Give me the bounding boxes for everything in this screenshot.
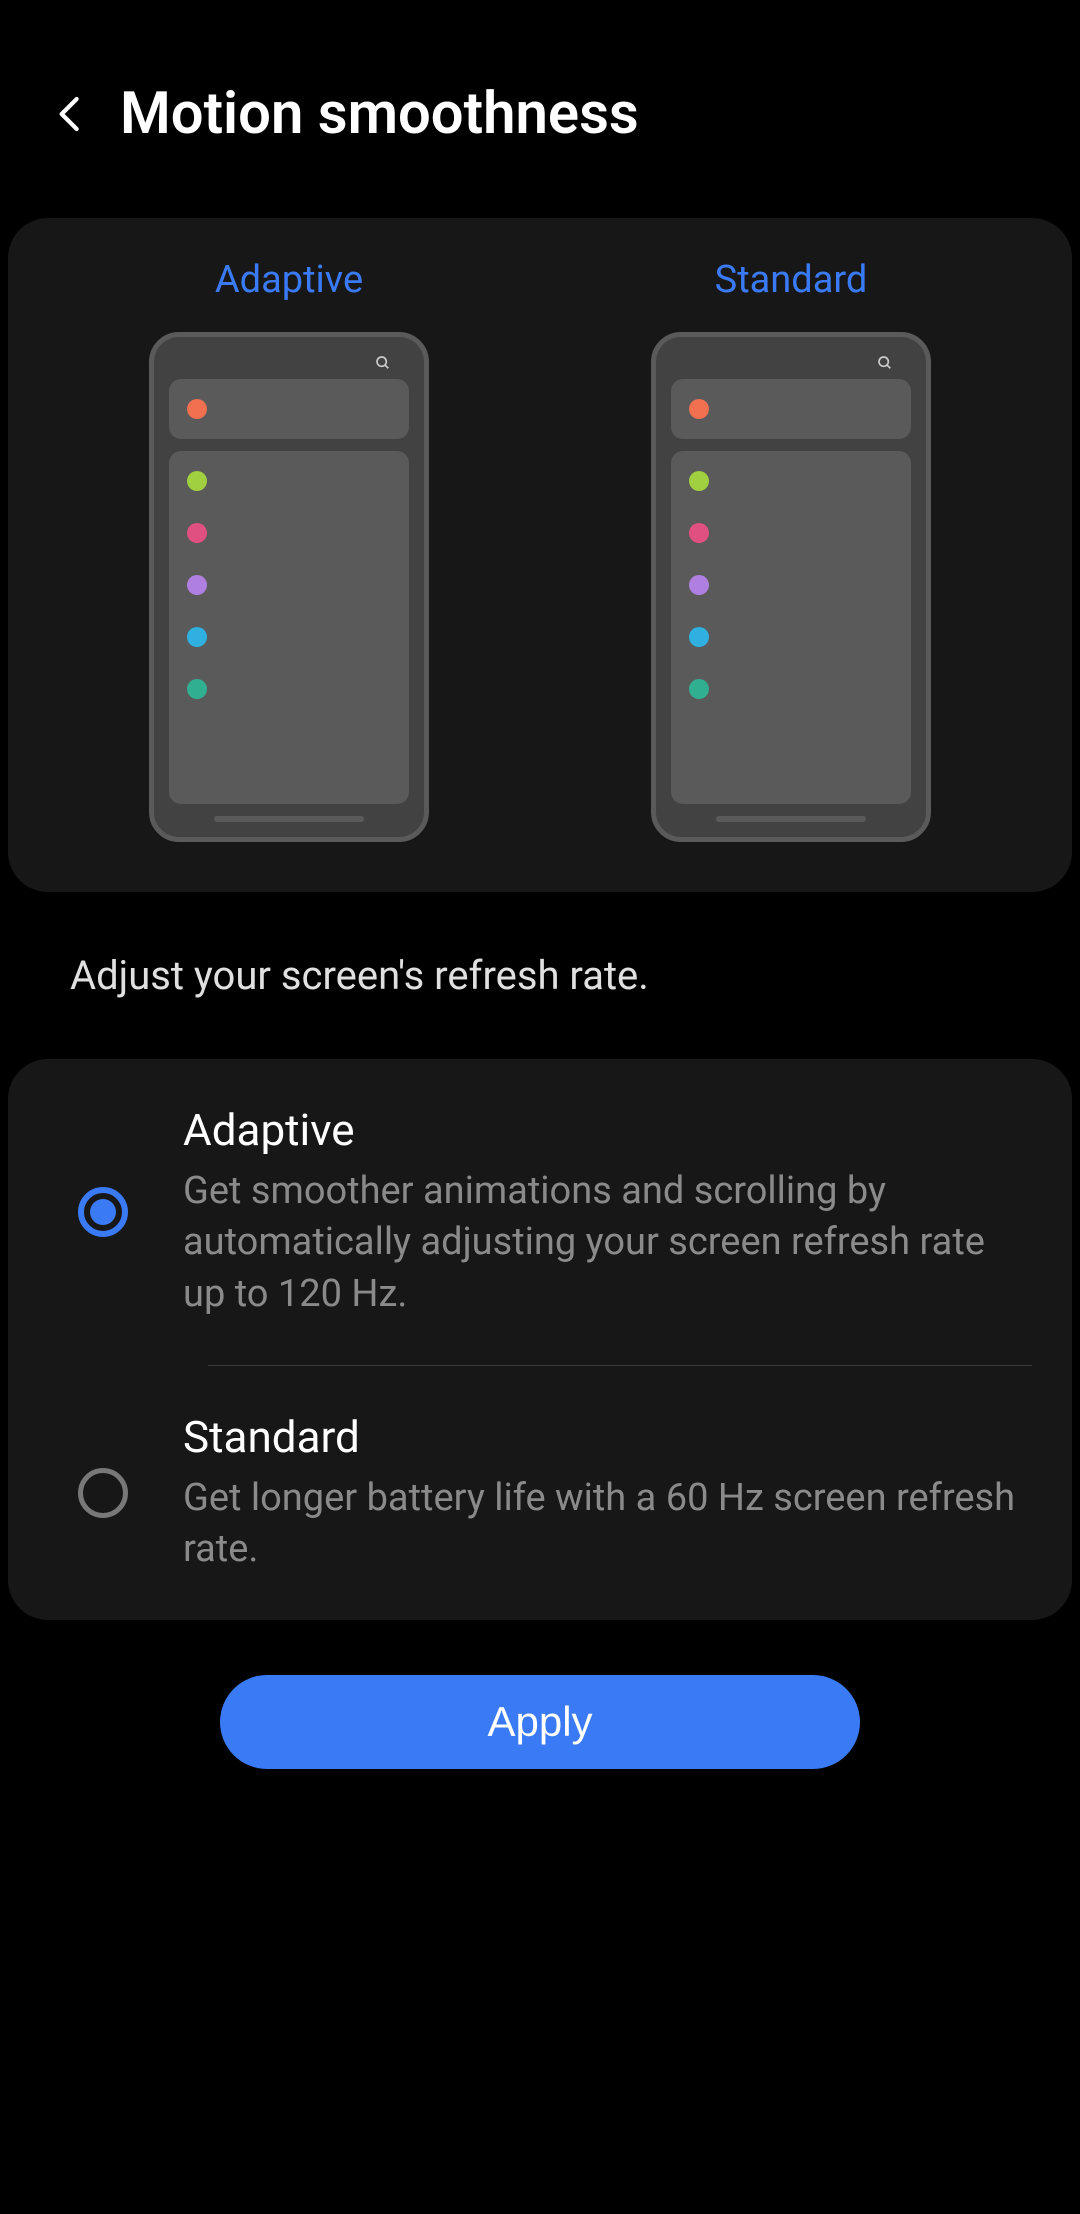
dot-icon <box>689 471 709 491</box>
dot-icon <box>689 575 709 595</box>
option-standard-desc: Get longer battery life with a 60 Hz scr… <box>183 1473 1017 1576</box>
preview-card: Adaptive Standard <box>8 218 1072 892</box>
mockup-handle <box>214 816 364 822</box>
option-standard-text: Standard Get longer battery life with a … <box>183 1411 1017 1576</box>
chevron-left-icon <box>50 94 90 134</box>
description-text: Adjust your screen's refresh rate. <box>0 922 1080 1029</box>
phone-mockup-standard <box>651 332 931 842</box>
option-standard-title: Standard <box>183 1411 1017 1463</box>
option-adaptive[interactable]: Adaptive Get smoother animations and scr… <box>8 1059 1072 1365</box>
dot-icon <box>187 523 207 543</box>
radio-adaptive[interactable] <box>78 1187 128 1237</box>
dot-icon <box>187 575 207 595</box>
dot-icon <box>689 679 709 699</box>
option-adaptive-title: Adaptive <box>183 1104 1017 1156</box>
options-card: Adaptive Get smoother animations and scr… <box>8 1059 1072 1620</box>
search-icon <box>877 355 893 371</box>
preview-standard[interactable]: Standard <box>651 258 931 842</box>
preview-adaptive-label: Adaptive <box>215 258 363 302</box>
apply-button[interactable]: Apply <box>220 1675 860 1769</box>
search-icon <box>375 355 391 371</box>
phone-mockup-adaptive <box>149 332 429 842</box>
radio-standard[interactable] <box>78 1468 128 1518</box>
preview-standard-label: Standard <box>715 258 868 302</box>
back-button[interactable] <box>50 94 90 134</box>
page-title: Motion smoothness <box>120 80 639 148</box>
dot-icon <box>187 627 207 647</box>
dot-icon <box>187 399 207 419</box>
header: Motion smoothness <box>0 0 1080 188</box>
option-adaptive-text: Adaptive Get smoother animations and scr… <box>183 1104 1017 1320</box>
dot-icon <box>689 399 709 419</box>
dot-icon <box>689 523 709 543</box>
dot-icon <box>187 471 207 491</box>
preview-adaptive[interactable]: Adaptive <box>149 258 429 842</box>
option-adaptive-desc: Get smoother animations and scrolling by… <box>183 1166 1017 1320</box>
dot-icon <box>187 679 207 699</box>
mockup-content <box>671 451 911 804</box>
mockup-content <box>169 451 409 804</box>
option-standard[interactable]: Standard Get longer battery life with a … <box>8 1366 1072 1621</box>
mockup-search-bar <box>671 379 911 439</box>
mockup-handle <box>716 816 866 822</box>
dot-icon <box>689 627 709 647</box>
mockup-search-bar <box>169 379 409 439</box>
